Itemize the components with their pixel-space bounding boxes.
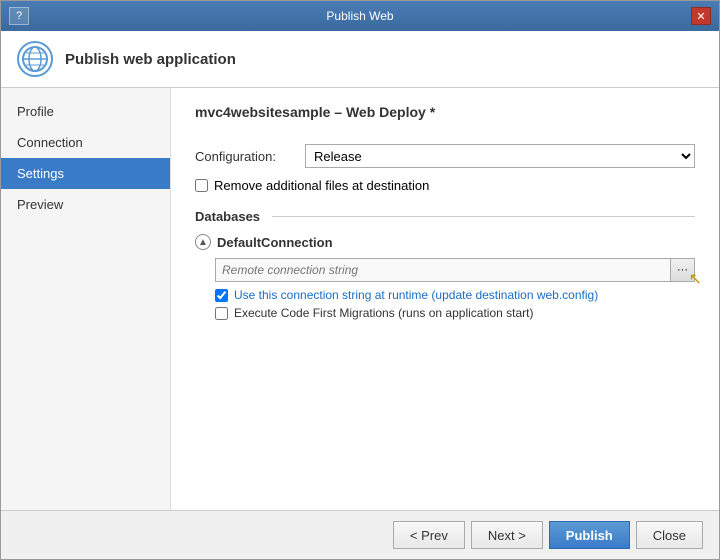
configuration-select[interactable]: Debug Release (305, 144, 695, 168)
cursor-icon: ↖ (689, 269, 702, 289)
execute-migrations-checkbox[interactable] (215, 307, 228, 320)
close-button[interactable]: Close (636, 521, 703, 549)
content-area: Profile Connection Settings Preview mvc4… (1, 88, 719, 510)
remove-files-row: Remove additional files at destination (195, 178, 695, 193)
db-group-default: ▲ DefaultConnection ··· ↖ Use this conne… (195, 234, 695, 320)
sidebar-item-profile[interactable]: Profile (1, 96, 170, 127)
close-window-button[interactable]: ✕ (691, 7, 711, 25)
footer: < Prev Next > Publish Close (1, 510, 719, 559)
db-group-header: ▲ DefaultConnection (195, 234, 695, 250)
globe-icon (17, 41, 53, 77)
sidebar-item-settings[interactable]: Settings (1, 158, 170, 189)
window-controls: ✕ (691, 7, 711, 25)
configuration-label: Configuration: (195, 149, 305, 164)
section-divider (272, 216, 695, 217)
connection-string-input[interactable] (215, 258, 671, 282)
publish-web-window: ? Publish Web ✕ Publish web application … (0, 0, 720, 560)
header-title: Publish web application (65, 51, 236, 68)
collapse-button[interactable]: ▲ (195, 234, 211, 250)
remove-files-label: Remove additional files at destination (214, 178, 429, 193)
publish-button[interactable]: Publish (549, 521, 630, 549)
header-bar: Publish web application (1, 31, 719, 88)
db-input-row: ··· ↖ (215, 258, 695, 282)
prev-button[interactable]: < Prev (393, 521, 465, 549)
page-subtitle: mvc4websitesample – Web Deploy * (195, 104, 695, 128)
databases-section-header: Databases (195, 209, 695, 224)
use-connection-string-row: Use this connection string at runtime (u… (215, 288, 695, 302)
help-button[interactable]: ? (9, 7, 29, 25)
db-name: DefaultConnection (217, 235, 333, 250)
main-content: mvc4websitesample – Web Deploy * Configu… (171, 88, 719, 510)
title-bar: ? Publish Web ✕ (1, 1, 719, 31)
connection-string-browse-button[interactable]: ··· ↖ (671, 258, 695, 282)
execute-migrations-row: Execute Code First Migrations (runs on a… (215, 306, 695, 320)
sidebar-item-connection[interactable]: Connection (1, 127, 170, 158)
sidebar-item-preview[interactable]: Preview (1, 189, 170, 220)
execute-migrations-label: Execute Code First Migrations (runs on a… (234, 306, 533, 320)
sidebar: Profile Connection Settings Preview (1, 88, 171, 510)
next-button[interactable]: Next > (471, 521, 543, 549)
databases-label: Databases (195, 209, 260, 224)
configuration-row: Configuration: Debug Release (195, 144, 695, 168)
window-title: Publish Web (29, 9, 691, 23)
use-connection-string-checkbox[interactable] (215, 289, 228, 302)
dots-icon: ··· (677, 264, 688, 276)
remove-files-checkbox[interactable] (195, 179, 208, 192)
use-connection-string-label: Use this connection string at runtime (u… (234, 288, 598, 302)
